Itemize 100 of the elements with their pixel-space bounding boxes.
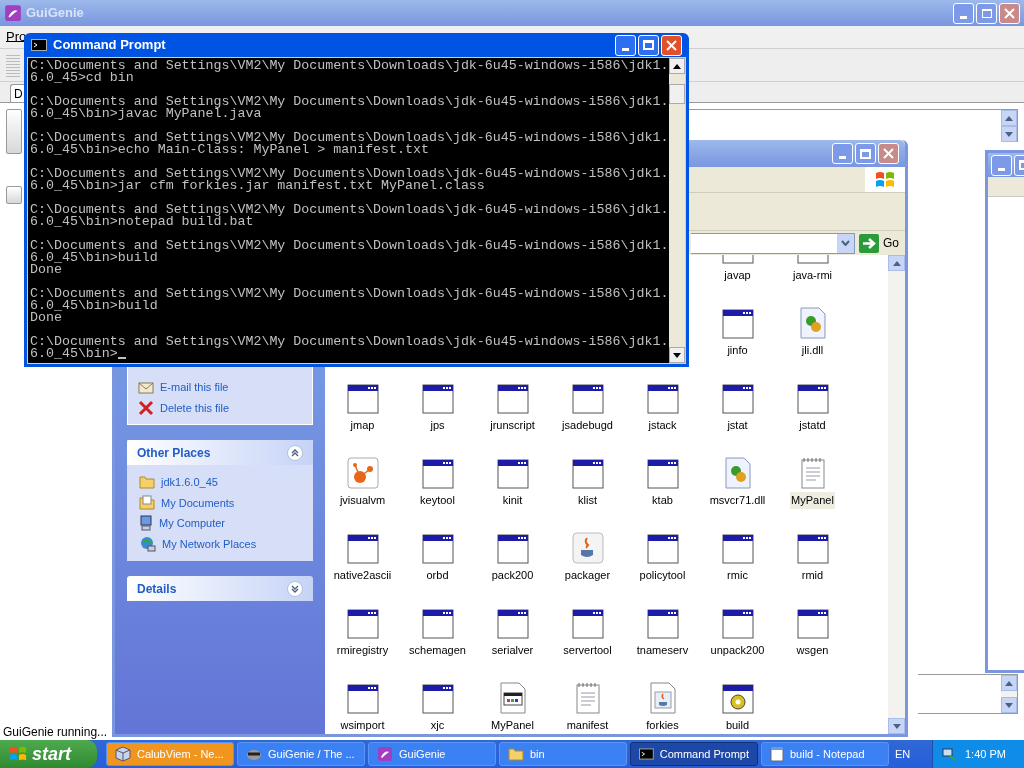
network-tray-icon[interactable] xyxy=(941,746,957,762)
place-link[interactable]: My Computer xyxy=(159,515,226,532)
console-icon xyxy=(31,39,47,51)
program-window-icon xyxy=(796,534,829,564)
console-line: C:\Documents and Settings\VM2\My Documents\Downloads\jdk-6u45-windows-i586\jdk1. xyxy=(30,204,669,216)
file-name[interactable]: rmiregistry xyxy=(335,642,390,659)
file-name[interactable]: native2ascii xyxy=(332,567,393,584)
cube-icon xyxy=(115,746,131,762)
place-link[interactable]: My Documents xyxy=(161,494,235,511)
file-name[interactable]: jstack xyxy=(647,417,678,434)
side-button[interactable] xyxy=(6,109,22,154)
file-name[interactable]: manifest xyxy=(565,717,610,734)
task-link[interactable]: E-mail this file xyxy=(160,379,229,396)
coffee-cup-icon xyxy=(571,532,604,564)
file-name[interactable]: serialver xyxy=(490,642,535,659)
text-area[interactable] xyxy=(918,674,1018,714)
file-name[interactable]: kinit xyxy=(501,492,524,509)
computer-icon xyxy=(139,515,153,532)
file-name[interactable]: jsadebugd xyxy=(561,417,614,434)
minimize-button[interactable] xyxy=(832,143,853,164)
file-name[interactable]: rmic xyxy=(726,567,749,584)
file-name[interactable]: orbd xyxy=(425,567,450,584)
file-name[interactable]: wsgen xyxy=(795,642,830,659)
graph-nodes-icon xyxy=(346,457,379,489)
taskbar-button[interactable]: Command Prompt xyxy=(630,742,758,766)
up-arrow-icon[interactable] xyxy=(673,63,681,69)
close-icon xyxy=(666,39,677,51)
task-link[interactable]: Delete this file xyxy=(160,399,230,416)
file-name[interactable]: jrunscript xyxy=(489,417,536,434)
close-button[interactable] xyxy=(878,143,899,164)
folder-icon xyxy=(139,475,155,490)
file-name[interactable]: jvisualvm xyxy=(338,492,387,509)
minimize-button[interactable] xyxy=(991,154,1012,176)
place-link[interactable]: My Network Places xyxy=(162,535,257,552)
side-button[interactable] xyxy=(6,186,22,204)
file-name[interactable]: javap xyxy=(723,267,752,284)
program-window-icon xyxy=(496,609,529,639)
file-name[interactable]: MyPanel xyxy=(490,717,535,734)
file-name[interactable]: policytool xyxy=(638,567,687,584)
program-window-icon xyxy=(421,459,454,489)
program-window-icon xyxy=(346,684,379,714)
file-name[interactable]: rmid xyxy=(800,567,825,584)
go-button[interactable]: Go xyxy=(883,234,899,252)
document-window-icon xyxy=(498,682,527,714)
file-name[interactable]: jstatd xyxy=(798,417,827,434)
file-name[interactable]: jstat xyxy=(726,417,749,434)
close-button[interactable] xyxy=(661,34,682,56)
console-line: 6.0_45\bin>echo Main-Class: MyPanel > manifest.txt xyxy=(30,144,429,156)
language-indicator[interactable]: EN xyxy=(895,745,921,763)
maximize-button[interactable] xyxy=(855,143,876,164)
document-folder-icon xyxy=(139,495,155,511)
start-button[interactable]: start xyxy=(0,740,97,768)
file-name[interactable]: MyPanel xyxy=(790,492,835,509)
file-name[interactable]: wsimport xyxy=(339,717,386,734)
delete-icon xyxy=(138,399,154,416)
file-name[interactable]: java-rmi xyxy=(791,267,834,284)
file-name[interactable]: jps xyxy=(429,417,446,434)
console-line: C:\Documents and Settings\VM2\My Documents\Downloads\jdk-6u45-windows-i586\jdk1. xyxy=(30,60,669,72)
file-name[interactable]: xjc xyxy=(429,717,446,734)
file-name[interactable]: unpack200 xyxy=(709,642,766,659)
program-window-icon xyxy=(721,384,754,414)
file-name[interactable]: packager xyxy=(563,567,612,584)
file-name[interactable]: jli.dll xyxy=(800,342,825,359)
console-line: C:\Documents and Settings\VM2\My Documents\Downloads\jdk-6u45-windows-i586\jdk1. xyxy=(30,96,669,108)
maximize-button[interactable] xyxy=(638,34,659,56)
scrollbar[interactable] xyxy=(669,58,685,363)
console-line: 6.0_45\bin>jar cfm forkies.jar manifest.txt MyPanel.class xyxy=(30,180,485,192)
file-name[interactable]: keytool xyxy=(419,492,456,509)
collapse-icon[interactable] xyxy=(287,444,303,461)
program-window-icon xyxy=(421,609,454,639)
file-name[interactable]: msvcr71.dll xyxy=(708,492,767,509)
console-icon xyxy=(639,748,654,760)
place-link[interactable]: jdk1.6.0_45 xyxy=(161,474,218,491)
file-name[interactable]: servertool xyxy=(562,642,613,659)
file-name[interactable]: schemagen xyxy=(408,642,467,659)
console-line: 6.0_45>cd bin xyxy=(30,72,134,84)
close-button[interactable] xyxy=(999,2,1020,24)
file-name[interactable]: jinfo xyxy=(726,342,749,359)
minimize-button[interactable] xyxy=(615,34,636,56)
file-name[interactable]: forkies xyxy=(645,717,680,734)
notepad-icon xyxy=(770,746,784,762)
tab[interactable]: D xyxy=(10,84,24,102)
taskbar-button[interactable]: bin xyxy=(499,742,627,766)
program-window-icon xyxy=(421,534,454,564)
file-name[interactable]: jmap xyxy=(349,417,376,434)
expand-icon[interactable] xyxy=(287,580,303,597)
file-name[interactable]: tnameserv xyxy=(635,642,690,659)
file-name[interactable]: pack200 xyxy=(490,567,535,584)
panel-heading: Details xyxy=(137,580,177,598)
file-name[interactable]: build xyxy=(724,717,751,734)
taskbar-button[interactable]: build - Notepad xyxy=(761,742,889,766)
taskbar-button[interactable]: GuiGenie / The ... xyxy=(237,742,365,766)
program-window-icon xyxy=(421,684,454,714)
down-arrow-icon[interactable] xyxy=(673,352,681,358)
file-name[interactable]: ktab xyxy=(651,492,674,509)
taskbar-button[interactable]: GuiGenie xyxy=(368,742,496,766)
minimize-button[interactable] xyxy=(953,2,974,24)
restore-button[interactable] xyxy=(976,2,997,24)
scroll-thumb[interactable] xyxy=(669,84,685,104)
file-name[interactable]: klist xyxy=(577,492,598,509)
